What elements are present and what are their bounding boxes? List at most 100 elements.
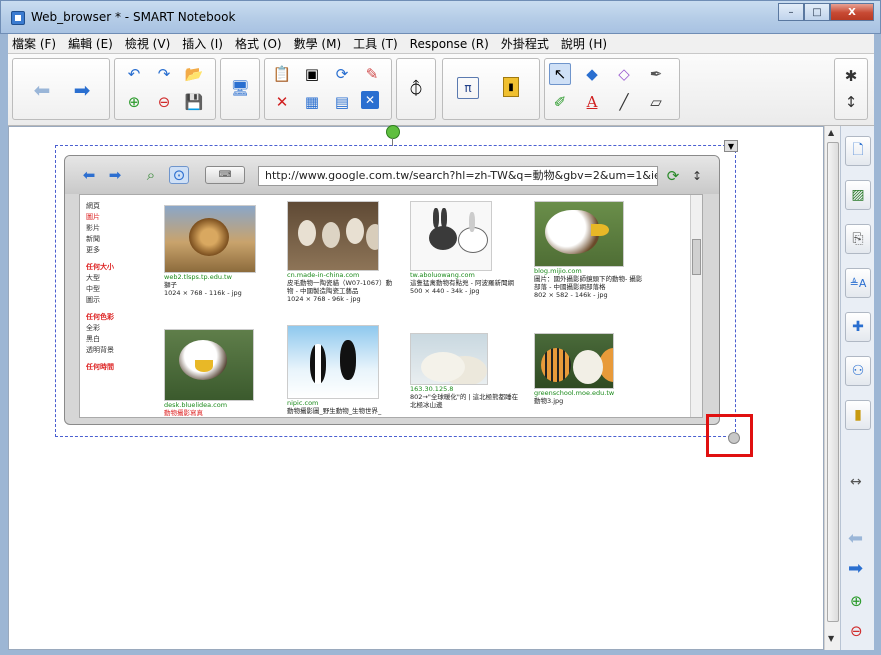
- pens-icon[interactable]: ✐: [549, 91, 571, 113]
- swap-sides-icon[interactable]: ↔: [850, 474, 862, 490]
- screen-icon[interactable]: 🖥: [229, 77, 251, 99]
- text-icon[interactable]: A: [581, 91, 603, 113]
- grid-icon[interactable]: ▤: [331, 91, 353, 113]
- penguins-image[interactable]: [287, 325, 379, 399]
- settings-icon[interactable]: ✱: [840, 65, 862, 87]
- close-button[interactable]: X: [830, 3, 874, 21]
- image-result[interactable]: greenschool.moe.edu.tw 動物3.jpg: [534, 333, 644, 405]
- paste-icon[interactable]: 📋: [271, 63, 293, 85]
- image-result[interactable]: tw.aboluowang.com 這隻猛禽動物有點兇 - 阿波羅新聞網 500…: [410, 201, 520, 295]
- image-result[interactable]: nipic.com 動物攝影圖_野生動物_生物世界_: [287, 325, 397, 415]
- scroll-toggle-icon[interactable]: ↕: [689, 166, 705, 186]
- keyboard-icon[interactable]: ⌨: [205, 166, 245, 184]
- menu-view[interactable]: 檢視 (V): [125, 35, 170, 52]
- time-filter-header[interactable]: 任何時間: [86, 362, 146, 373]
- menu-file[interactable]: 檔案 (F): [12, 35, 56, 52]
- object-menu-handle[interactable]: ▼: [724, 140, 738, 152]
- add-page-side-icon[interactable]: ⊕: [850, 592, 863, 610]
- menu-response[interactable]: Response (R): [410, 37, 489, 51]
- size-filter-header[interactable]: 任何大小: [86, 262, 146, 273]
- nav-more[interactable]: 更多: [86, 245, 146, 256]
- open-file-icon[interactable]: 📂: [183, 63, 205, 85]
- color-transparent[interactable]: 透明背景: [86, 345, 146, 356]
- previous-page-icon[interactable]: ⬅: [848, 528, 863, 549]
- magic-pen-icon[interactable]: ✒: [645, 63, 667, 85]
- rabbits-image[interactable]: [410, 201, 492, 271]
- menu-format[interactable]: 格式 (O): [235, 35, 282, 52]
- capture-icon[interactable]: ⌕: [141, 166, 161, 184]
- back-arrow-icon[interactable]: ⬅: [31, 78, 53, 102]
- lion-image[interactable]: [164, 205, 256, 273]
- close-box-icon[interactable]: ✕: [361, 91, 379, 109]
- refresh-icon[interactable]: ⟳: [663, 166, 683, 186]
- image-result[interactable]: 163.30.125.8 802→"全球暖化"的 | 這北極熊都睡在北極冰山邊: [410, 333, 520, 409]
- page-scroll-thumb[interactable]: [692, 239, 701, 275]
- fill-icon[interactable]: ◆: [581, 63, 603, 85]
- response-icon[interactable]: ▮: [503, 77, 519, 97]
- tigers-image[interactable]: [534, 333, 614, 389]
- delete-page-side-icon[interactable]: ⊖: [850, 622, 863, 640]
- gallery-icon[interactable]: ▨: [845, 180, 871, 210]
- math-icon[interactable]: π: [457, 77, 479, 99]
- forward-arrow-icon[interactable]: ➡: [71, 78, 93, 102]
- attachments-icon[interactable]: ⎘: [845, 224, 871, 254]
- bald-eagle-image[interactable]: [164, 329, 254, 401]
- nav-web[interactable]: 網頁: [86, 201, 146, 212]
- menu-edit[interactable]: 編輯 (E): [68, 35, 113, 52]
- menu-insert[interactable]: 插入 (I): [182, 35, 223, 52]
- eraser-icon[interactable]: ◇: [613, 63, 635, 85]
- select-icon[interactable]: ↖: [549, 63, 571, 85]
- image-result[interactable]: blog.mijio.com 圖片：國外攝影師鏡頭下的動物- 攝影部落 - 中國…: [534, 201, 644, 299]
- canvas-scroll-thumb[interactable]: [827, 142, 839, 622]
- canvas-scrollbar[interactable]: ▲ ▼: [824, 126, 840, 650]
- scroll-down-icon[interactable]: ▼: [828, 634, 834, 643]
- table-icon[interactable]: ▦: [301, 91, 323, 113]
- add-page-icon[interactable]: ⊕: [123, 91, 145, 113]
- next-page-icon[interactable]: ➡: [848, 558, 863, 579]
- minimize-button[interactable]: –: [778, 3, 804, 21]
- lesson-activity-icon[interactable]: ⚇: [845, 356, 871, 386]
- maximize-button[interactable]: □: [804, 3, 830, 21]
- move-toolbar-icon[interactable]: ↕: [840, 91, 862, 113]
- page-sorter-icon[interactable]: 🗋: [845, 136, 871, 166]
- delete-page-icon[interactable]: ⊖: [153, 91, 175, 113]
- save-icon[interactable]: 💾: [183, 91, 205, 113]
- add-ons-icon[interactable]: ✚: [845, 312, 871, 342]
- rotate-handle[interactable]: [386, 125, 400, 139]
- response-sidebar-icon[interactable]: ▮: [845, 400, 871, 430]
- color-filter-header[interactable]: 任何色彩: [86, 312, 146, 323]
- rotate-icon[interactable]: ⟳: [331, 63, 353, 85]
- owls-image[interactable]: [287, 201, 379, 271]
- properties-icon[interactable]: ≜A: [845, 268, 871, 298]
- menu-add-ons[interactable]: 外掛程式: [501, 35, 549, 52]
- color-full[interactable]: 全彩: [86, 323, 146, 334]
- image-result[interactable]: desk.bluelidea.com 動物攝影寫真: [164, 329, 274, 417]
- color-bw[interactable]: 黑白: [86, 334, 146, 345]
- nav-images[interactable]: 圖片: [86, 212, 146, 223]
- browser-page[interactable]: 網頁 圖片 影片 新聞 更多 任何大小 大型 中型 圖示 任何色彩 全彩 黑白 …: [79, 194, 703, 418]
- eagle-image[interactable]: [534, 201, 624, 267]
- menu-tools[interactable]: 工具 (T): [353, 35, 398, 52]
- url-input[interactable]: http://www.google.com.tw/search?hl=zh-TW…: [258, 166, 658, 186]
- size-medium[interactable]: 中型: [86, 284, 146, 295]
- compass-icon[interactable]: ⦽: [405, 77, 427, 99]
- size-icon[interactable]: 圖示: [86, 295, 146, 306]
- menu-math[interactable]: 數學 (M): [294, 35, 342, 52]
- browser-back-icon[interactable]: ⬅: [79, 166, 99, 184]
- scroll-up-icon[interactable]: ▲: [828, 128, 834, 137]
- delete-icon[interactable]: ✕: [271, 91, 293, 113]
- nav-news[interactable]: 新聞: [86, 234, 146, 245]
- browser-forward-icon[interactable]: ➡: [105, 166, 125, 184]
- image-result[interactable]: cn.made-in-china.com 皮毛動物一陶瓷貓（W07-1067）動…: [287, 201, 397, 303]
- screen-shade-icon[interactable]: ▣: [301, 63, 323, 85]
- size-large[interactable]: 大型: [86, 273, 146, 284]
- nav-videos[interactable]: 影片: [86, 223, 146, 234]
- menu-help[interactable]: 說明 (H): [561, 35, 607, 52]
- shape-eraser-icon[interactable]: ▱: [645, 91, 667, 113]
- image-result[interactable]: web2.tlsps.tp.edu.tw 獅子 1024 × 768 - 116…: [164, 205, 274, 297]
- clear-icon[interactable]: ✎: [361, 63, 383, 85]
- redo-icon[interactable]: ↷: [153, 63, 175, 85]
- browser-select-icon[interactable]: ⊙: [169, 166, 189, 184]
- polar-bear-image[interactable]: [410, 333, 488, 385]
- undo-icon[interactable]: ↶: [123, 63, 145, 85]
